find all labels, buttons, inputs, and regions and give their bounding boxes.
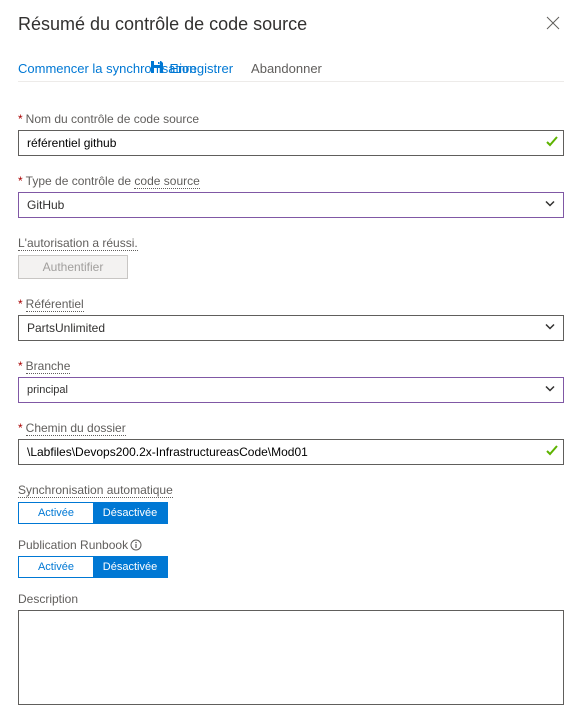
autosync-label: Synchronisation automatique (18, 483, 564, 498)
repo-select[interactable]: PartsUnlimited (18, 315, 564, 341)
authenticate-button: Authentifier (18, 255, 128, 279)
close-button[interactable] (542, 10, 564, 39)
description-textarea[interactable] (18, 610, 564, 705)
folder-label: *Chemin du dossier (18, 421, 564, 435)
info-icon[interactable] (130, 539, 142, 551)
type-select[interactable]: GitHub (18, 192, 564, 218)
branch-label: *Branche (18, 359, 564, 373)
check-icon (546, 444, 558, 460)
publish-label: Publication Runbook (18, 538, 564, 552)
publish-on[interactable]: Activée (19, 557, 93, 577)
publish-off[interactable]: Désactivée (93, 557, 167, 577)
save-label: Enregistrer (169, 61, 233, 76)
discard-button[interactable]: Abandonner (251, 61, 322, 76)
toolbar: Commencer la synchronisation Enregistrer… (18, 59, 564, 82)
close-icon (546, 16, 560, 30)
name-label: *Nom du contrôle de code source (18, 112, 564, 126)
repo-label: *Référentiel (18, 297, 564, 311)
autosync-on[interactable]: Activée (19, 503, 93, 523)
publish-toggle[interactable]: Activée Désactivée (18, 556, 168, 578)
save-icon (149, 59, 167, 77)
check-icon (546, 135, 558, 151)
page-title: Résumé du contrôle de code source (18, 14, 307, 35)
save-button[interactable]: Enregistrer (155, 59, 233, 77)
autosync-toggle[interactable]: Activée Désactivée (18, 502, 168, 524)
auth-status: L'autorisation a réussi. (18, 236, 138, 251)
name-input[interactable] (18, 130, 564, 156)
autosync-off[interactable]: Désactivée (93, 503, 167, 523)
branch-select[interactable]: principal (18, 377, 564, 403)
description-label: Description (18, 592, 564, 606)
folder-input[interactable] (18, 439, 564, 465)
type-label: *Type de contrôle de code source (18, 174, 564, 188)
